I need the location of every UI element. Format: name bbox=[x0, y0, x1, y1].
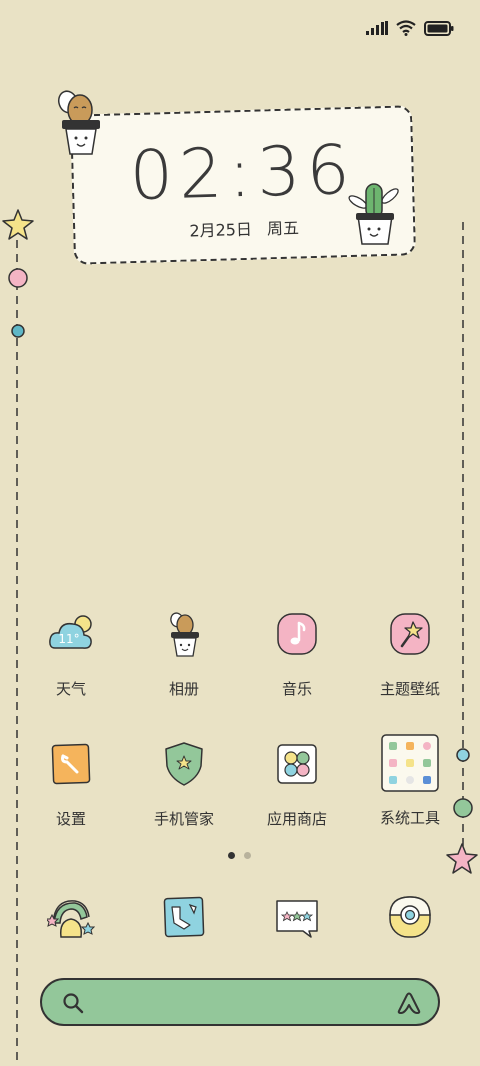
app-label-store: 应用商店 bbox=[266, 810, 327, 828]
app-label-settings: 设置 bbox=[55, 810, 86, 828]
weather-icon: 11° bbox=[49, 615, 92, 649]
assistant-icon[interactable] bbox=[396, 991, 422, 1015]
app-gallery[interactable]: 相册 bbox=[134, 610, 234, 699]
app-store[interactable]: 应用商店 bbox=[247, 740, 347, 829]
app-label-gallery: 相册 bbox=[168, 680, 199, 698]
app-label-tools: 系统工具 bbox=[379, 809, 440, 827]
app-store-icon bbox=[277, 744, 317, 784]
tools-folder-icon bbox=[381, 734, 439, 792]
messages-icon[interactable] bbox=[273, 893, 321, 941]
app-label-security: 手机管家 bbox=[153, 810, 214, 828]
settings-icon bbox=[51, 743, 91, 785]
status-bar bbox=[366, 20, 454, 36]
cactus-pot-decoration-icon bbox=[57, 90, 100, 155]
green-cactus-decoration-icon bbox=[348, 183, 399, 245]
security-icon bbox=[165, 742, 203, 786]
themes-icon bbox=[390, 613, 430, 655]
app-label-themes: 主题壁纸 bbox=[379, 680, 440, 698]
app-settings[interactable]: 设置 bbox=[21, 740, 121, 829]
pink-star-decoration-icon bbox=[446, 843, 478, 874]
app-music[interactable]: 音乐 bbox=[247, 610, 347, 699]
pink-bead-decoration-icon bbox=[8, 268, 28, 288]
camera-icon[interactable] bbox=[386, 893, 434, 941]
phone-icon[interactable] bbox=[47, 893, 95, 941]
page-indicator-dot-active bbox=[228, 852, 235, 859]
app-weather[interactable]: 11° 天气 bbox=[21, 610, 121, 699]
star-decoration-icon bbox=[2, 209, 34, 240]
app-tools-folder[interactable]: 系统工具 bbox=[360, 733, 460, 828]
blue-bead-decoration-icon bbox=[11, 324, 25, 338]
app-label-weather: 天气 bbox=[55, 680, 86, 698]
battery-icon bbox=[424, 20, 454, 36]
gallery-icon bbox=[170, 612, 199, 657]
app-label-music: 音乐 bbox=[281, 680, 312, 698]
page-indicator-dot bbox=[244, 852, 251, 859]
browser-icon[interactable] bbox=[160, 893, 208, 941]
music-icon bbox=[277, 613, 317, 655]
app-themes[interactable]: 主题壁纸 bbox=[360, 610, 460, 699]
wifi-icon bbox=[396, 20, 416, 36]
app-security[interactable]: 手机管家 bbox=[134, 740, 234, 829]
signal-icon bbox=[366, 21, 388, 35]
search-bar[interactable] bbox=[40, 978, 440, 1026]
weather-temperature: 11° bbox=[58, 632, 79, 646]
search-icon[interactable] bbox=[62, 992, 84, 1014]
